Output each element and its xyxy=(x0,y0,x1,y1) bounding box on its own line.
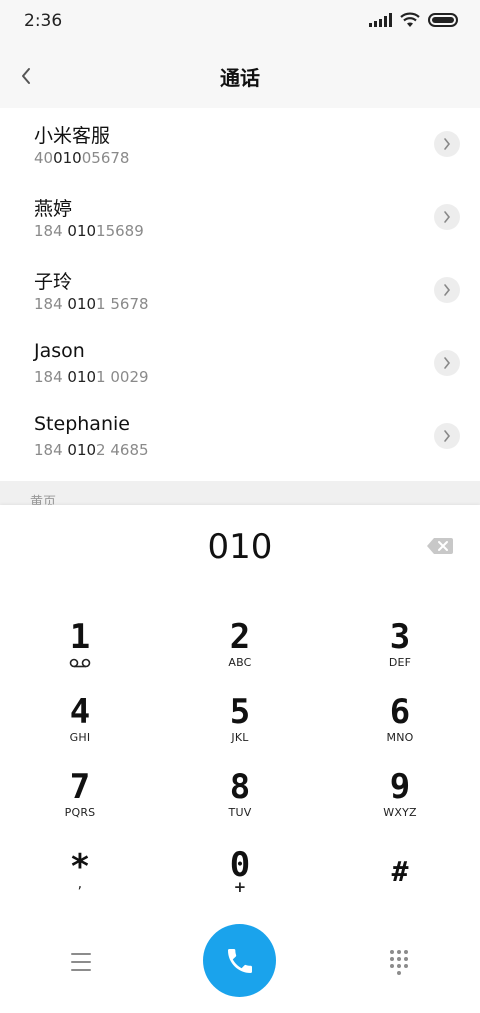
contact-name: 小米客服 xyxy=(34,125,111,147)
key-letters: MNO xyxy=(386,731,414,744)
key-digit: 9 xyxy=(389,767,411,807)
key-hash[interactable]: # xyxy=(340,855,460,925)
key-digit: 8 xyxy=(229,767,251,807)
key-3[interactable]: 3 DEF xyxy=(340,620,460,690)
dialpad: 010 1 2 ABC 3 DEF 4 GHI 5 JKL 6 MNO 7 PQ… xyxy=(0,505,480,1013)
contact-row[interactable]: 小米客服 4001005678 xyxy=(0,108,480,181)
key-2[interactable]: 2 ABC xyxy=(180,620,300,690)
chevron-right-icon xyxy=(444,211,451,223)
key-digit: 0 xyxy=(229,845,251,885)
key-letters: TUV xyxy=(228,806,252,819)
contact-number: 184 01015689 xyxy=(34,222,144,240)
key-digit: # xyxy=(391,855,409,888)
contact-number: 184 0101 5678 xyxy=(34,295,149,313)
contact-name: Stephanie xyxy=(34,413,130,435)
contact-row[interactable]: 燕婷 184 01015689 xyxy=(0,181,480,254)
contact-number: 184 0102 4685 xyxy=(34,441,149,459)
key-digit: 7 xyxy=(69,767,91,807)
key-letters: ABC xyxy=(228,656,252,669)
contact-row[interactable]: Stephanie 184 0102 4685 xyxy=(0,400,480,473)
contact-row[interactable]: Jason 184 0101 0029 xyxy=(0,327,480,400)
menu-button[interactable] xyxy=(66,949,96,975)
status-bar: 2:36 xyxy=(0,0,480,44)
contact-row[interactable]: 子玲 184 0101 5678 xyxy=(0,254,480,327)
key-1[interactable]: 1 xyxy=(20,620,140,690)
chevron-right-icon xyxy=(444,430,451,442)
contact-detail-button[interactable] xyxy=(434,204,460,230)
key-digit: 1 xyxy=(69,617,91,657)
wifi-icon xyxy=(400,12,420,27)
key-6[interactable]: 6 MNO xyxy=(340,695,460,765)
key-7[interactable]: 7 PQRS xyxy=(20,770,140,840)
contact-name: Jason xyxy=(34,340,85,362)
number-match: 010 xyxy=(53,149,82,167)
key-digit: 6 xyxy=(389,692,411,732)
key-letters: GHI xyxy=(69,731,91,744)
phone-icon xyxy=(227,948,252,973)
key-letters: DEF xyxy=(388,656,412,669)
bottom-bar xyxy=(0,923,480,1003)
dialpad-toggle-button[interactable] xyxy=(388,949,410,975)
contact-detail-button[interactable] xyxy=(434,423,460,449)
page-title: 通话 xyxy=(220,66,260,90)
chevron-right-icon xyxy=(444,357,451,369)
chevron-right-icon xyxy=(444,284,451,296)
number-match: 010 xyxy=(67,368,97,386)
contact-name: 子玲 xyxy=(34,271,73,293)
status-icons xyxy=(369,12,458,28)
backspace-icon xyxy=(427,538,453,554)
key-digit: 3 xyxy=(389,617,411,657)
key-4[interactable]: 4 GHI xyxy=(20,695,140,765)
key-letters: PQRS xyxy=(64,806,96,819)
key-letters: + xyxy=(233,878,247,896)
number-match: 010 xyxy=(67,441,97,459)
key-5[interactable]: 5 JKL xyxy=(180,695,300,765)
number-match: 010 xyxy=(67,295,97,313)
contact-detail-button[interactable] xyxy=(434,350,460,376)
key-digit: 5 xyxy=(229,692,251,732)
contact-detail-button[interactable] xyxy=(434,277,460,303)
call-button[interactable] xyxy=(203,924,276,997)
key-digit: 2 xyxy=(229,617,251,657)
number-match: 010 xyxy=(67,222,97,240)
contact-number: 4001005678 xyxy=(34,149,130,167)
key-letters: WXYZ xyxy=(383,806,417,819)
key-letters: , xyxy=(77,876,83,892)
contact-detail-button[interactable] xyxy=(434,131,460,157)
battery-icon xyxy=(428,13,458,27)
signal-icon xyxy=(369,13,392,27)
voicemail-icon xyxy=(69,658,91,668)
key-0[interactable]: 0 + xyxy=(180,848,300,918)
section-label: 黄页 xyxy=(30,495,57,505)
contact-name: 燕婷 xyxy=(34,198,73,220)
contact-number: 184 0101 0029 xyxy=(34,368,149,386)
chevron-right-icon xyxy=(444,138,451,150)
status-time: 2:36 xyxy=(24,11,63,31)
key-star[interactable]: * , xyxy=(20,850,140,920)
key-9[interactable]: 9 WXYZ xyxy=(340,770,460,840)
contact-list: 小米客服 4001005678 燕婷 184 01015689 子玲 184 0… xyxy=(0,108,480,473)
key-letters: JKL xyxy=(231,731,249,744)
key-digit: 4 xyxy=(69,692,91,732)
delete-button[interactable] xyxy=(426,536,454,556)
dialed-number: 010 xyxy=(207,527,273,567)
key-8[interactable]: 8 TUV xyxy=(180,770,300,840)
section-header: 黄页 xyxy=(0,481,480,505)
title-bar: 通话 xyxy=(0,44,480,108)
